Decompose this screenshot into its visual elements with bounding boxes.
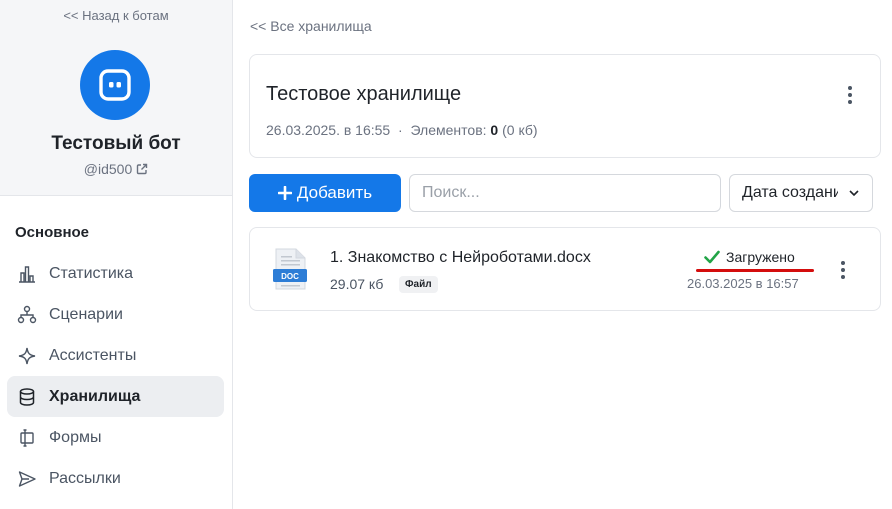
bot-name: Тестовый бот [51,133,181,154]
database-icon [16,386,38,408]
storage-card: Тестовое хранилище 26.03.2025. в 16:55 ·… [249,54,881,158]
dot [848,86,852,90]
storage-meta: 26.03.2025. в 16:55 · Элементов: 0 (0 кб… [266,122,538,138]
dot [848,100,852,104]
bot-handle: @id500 [83,161,133,177]
bot-avatar [80,50,150,120]
sidebar-item-label: Рассылки [49,469,121,487]
checkmark-icon [704,250,720,264]
status-text: Загружено [726,249,795,265]
sidebar-item-mailings[interactable]: Рассылки [7,458,224,499]
dot [841,275,845,279]
sidebar-item-scenarios[interactable]: Сценарии [7,294,224,335]
external-link-icon [137,163,148,175]
sparkle-icon [16,345,38,367]
bot-header: << Назад к ботам Тестовый бот @id500 [0,0,232,196]
sidebar-item-assistants[interactable]: Ассистенты [7,335,224,376]
sort-select-label: Дата создания [742,184,838,201]
file-name[interactable]: 1. Знакомство с Нейроботами.docx [330,249,591,267]
dot [848,93,852,97]
file-list-item[interactable]: DOC 1. Знакомство с Нейроботами.docx 29.… [249,227,881,311]
sort-select[interactable]: Дата создания [729,174,873,212]
dot [841,261,845,265]
bar-chart-icon [16,263,38,285]
add-button-label: Добавить [296,183,373,202]
bot-face-icon [99,69,131,101]
chevron-down-icon [849,190,859,197]
upload-status: Загружено [704,249,795,265]
add-button[interactable]: Добавить [249,174,401,212]
status-highlight-underline [696,269,814,272]
file-more-button[interactable] [833,258,853,282]
sidebar-item-label: Формы [49,428,102,446]
section-title: Основное [15,224,90,241]
sidebar-item-label: Сценарии [49,305,123,323]
file-type-badge: Файл [399,276,438,293]
send-icon [16,468,38,490]
bot-handle-link[interactable]: @id500 [0,161,232,177]
storage-title: Тестовое хранилище [266,83,462,105]
doc-icon-text: DOC [281,272,299,281]
sidebar-menu: Статистика Сценарии Ассистенты Хранилища… [7,253,224,499]
elements-label: Элементов: [410,122,487,138]
sidebar-item-label: Хранилища [49,387,141,405]
dot [841,268,845,272]
meta-separator: · [398,122,403,138]
plus-icon [277,186,292,200]
sidebar-item-label: Статистика [49,264,134,282]
sidebar-item-statistics[interactable]: Статистика [7,253,224,294]
sidebar-item-forms[interactable]: Формы [7,417,224,458]
flow-icon [16,304,38,326]
back-to-bots-link[interactable]: << Назад к ботам [0,8,232,23]
sidebar: << Назад к ботам Тестовый бот @id500 Осн… [0,0,233,509]
storage-more-button[interactable] [840,83,860,107]
form-icon [16,427,38,449]
file-date: 26.03.2025 в 16:57 [687,276,799,291]
docx-file-icon: DOC [272,248,310,295]
file-size: 29.07 кб [330,276,384,292]
elements-count: 0 [490,122,499,138]
sidebar-item-storages[interactable]: Хранилища [7,376,224,417]
back-to-storages-link[interactable]: << Все хранилища [250,18,372,34]
storage-created: 26.03.2025. в 16:55 [266,122,391,138]
search-input[interactable] [409,174,721,212]
elements-size: (0 кб) [502,122,538,138]
sidebar-item-label: Ассистенты [49,346,137,364]
